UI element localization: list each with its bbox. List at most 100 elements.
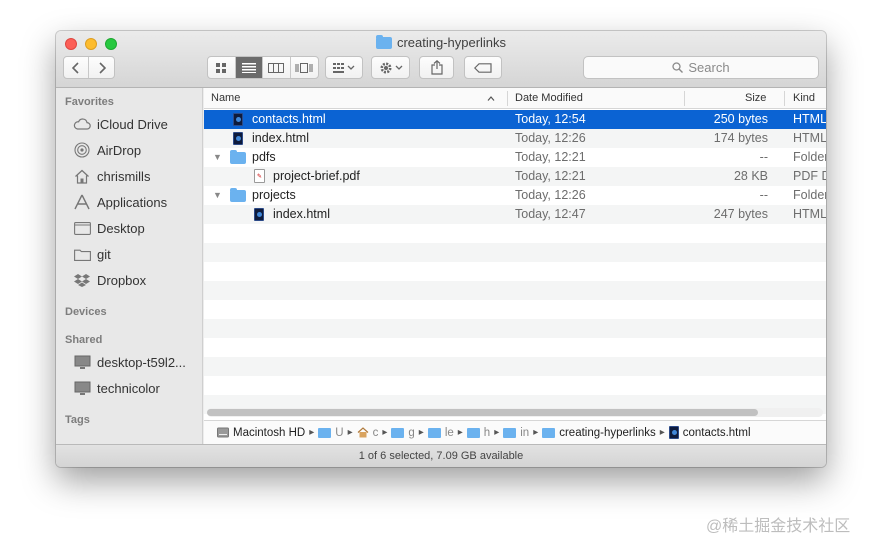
table-row[interactable]: index.html Today, 12:26 174 bytes HTML — [204, 129, 826, 148]
row-kind: PDF D — [793, 169, 826, 183]
path-item-label: c — [372, 426, 379, 439]
favorites-heading: Favorites — [65, 96, 114, 108]
horizontal-scrollbar[interactable] — [207, 408, 823, 417]
path-item-label: U — [335, 426, 344, 439]
path-item-label: creating-hyperlinks — [559, 426, 656, 439]
cover-flow-icon — [295, 62, 313, 73]
dropbox-icon — [73, 272, 91, 288]
path-separator-icon: ▸ — [494, 427, 500, 438]
applications-icon — [73, 194, 91, 210]
sidebar-item-technicolor[interactable]: technicolor — [73, 378, 160, 398]
empty-row — [204, 262, 826, 281]
path-item-users[interactable]: U — [318, 426, 344, 439]
path-item-in[interactable]: in — [503, 427, 529, 439]
row-kind: HTML — [793, 112, 826, 126]
sidebar-item-airdrop[interactable]: AirDrop — [73, 140, 141, 160]
path-item-contacts-html[interactable]: contacts.html — [668, 426, 751, 439]
html-file-icon — [254, 208, 264, 221]
table-row[interactable]: ✎ project-brief.pdf Today, 12:21 28 KB P… — [204, 167, 826, 186]
disclosure-triangle-icon[interactable]: ▼ — [213, 190, 222, 200]
search-input[interactable]: Search — [583, 56, 819, 79]
back-button[interactable] — [64, 57, 90, 78]
back-forward-control — [63, 56, 115, 79]
sidebar-item-applications[interactable]: Applications — [73, 192, 167, 212]
icon-view-button[interactable] — [208, 57, 236, 78]
table-row[interactable]: ▼ pdfs Today, 12:21 -- Folder — [204, 148, 826, 167]
sidebar-item-git[interactable]: git — [73, 244, 111, 264]
row-date: Today, 12:26 — [515, 131, 586, 145]
arrange-grid-icon — [333, 62, 355, 73]
path-item-h[interactable]: h — [466, 426, 491, 439]
sidebar-item-label: technicolor — [97, 380, 160, 396]
column-separator[interactable] — [684, 91, 685, 106]
grid-icon — [216, 62, 227, 73]
scrollbar-thumb[interactable] — [207, 409, 758, 416]
row-kind: Folder — [793, 150, 826, 164]
row-size: 28 KB — [733, 169, 768, 183]
column-kind-header[interactable]: Kind — [793, 92, 815, 104]
status-text: 1 of 6 selected, 7.09 GB available — [358, 450, 524, 462]
share-icon — [430, 60, 443, 75]
window-title-text: creating-hyperlinks — [396, 35, 507, 50]
sidebar-item-label: iCloud Drive — [97, 116, 168, 132]
share-button[interactable] — [419, 56, 454, 79]
chevron-left-icon — [72, 61, 79, 74]
gear-icon — [380, 62, 402, 73]
sort-ascending-icon — [487, 96, 495, 101]
column-header: Name Date Modified Size Kind — [204, 88, 826, 109]
arrange-button[interactable] — [325, 56, 363, 79]
path-item-label: contacts.html — [682, 426, 751, 439]
column-size-header[interactable]: Size — [745, 92, 766, 104]
list-view-button[interactable] — [235, 57, 263, 78]
row-date: Today, 12:21 — [515, 169, 586, 183]
empty-row — [204, 376, 826, 395]
sidebar: Favorites iCloud Drive AirDrop chrismill… — [56, 88, 203, 444]
sidebar-item-label: desktop-t59l2... — [97, 354, 186, 370]
pdf-file-icon: ✎ — [254, 169, 265, 183]
airdrop-icon — [73, 142, 91, 158]
column-name-header[interactable]: Name — [211, 92, 240, 104]
tag-button[interactable] — [464, 56, 502, 79]
path-item-macintosh-hd[interactable]: Macintosh HD — [217, 427, 305, 439]
action-button[interactable] — [371, 56, 410, 79]
sidebar-item-label: Desktop — [97, 220, 145, 236]
cloud-icon — [73, 116, 91, 132]
path-item-creating-hyperlinks[interactable]: creating-hyperlinks — [542, 427, 656, 439]
sidebar-item-desktop-t59l2[interactable]: desktop-t59l2... — [73, 352, 186, 372]
path-item-g[interactable]: g — [391, 427, 415, 439]
folder-icon — [230, 188, 246, 202]
row-kind: HTML — [793, 131, 826, 145]
sidebar-item-icloud-drive[interactable]: iCloud Drive — [73, 114, 168, 134]
path-item-label: Macintosh HD — [233, 426, 306, 439]
column-date-header[interactable]: Date Modified — [515, 92, 583, 104]
row-date: Today, 12:54 — [515, 112, 586, 126]
sidebar-item-dropbox[interactable]: Dropbox — [73, 270, 146, 290]
home-icon — [357, 427, 368, 438]
tag-icon — [474, 62, 492, 73]
row-size: 250 bytes — [713, 112, 768, 126]
path-item-le[interactable]: le — [427, 427, 454, 439]
column-separator[interactable] — [507, 91, 508, 106]
computer-icon — [73, 380, 91, 396]
forward-button[interactable] — [89, 57, 114, 78]
table-row[interactable]: contacts.html Today, 12:54 250 bytes HTM… — [204, 110, 826, 129]
folder-icon — [230, 150, 246, 164]
sidebar-item-chrismills[interactable]: chrismills — [73, 166, 150, 186]
table-row[interactable]: ▼ projects Today, 12:26 -- Folder — [204, 186, 826, 205]
row-name: index.html — [252, 131, 309, 145]
column-separator[interactable] — [784, 91, 785, 106]
tags-heading: Tags — [65, 414, 90, 426]
disclosure-triangle-icon[interactable]: ▼ — [213, 152, 222, 162]
empty-row — [204, 243, 826, 262]
sidebar-item-desktop[interactable]: Desktop — [73, 218, 145, 238]
table-row[interactable]: index.html Today, 12:47 247 bytes HTML — [204, 205, 826, 224]
folder-icon — [318, 427, 332, 438]
row-name: contacts.html — [252, 112, 326, 126]
sidebar-item-label: AirDrop — [97, 142, 142, 158]
path-item-home[interactable]: c — [357, 426, 379, 439]
cover-flow-button[interactable] — [291, 57, 318, 78]
path-item-label: h — [483, 426, 491, 439]
column-view-button[interactable] — [263, 57, 291, 78]
folder-icon — [503, 427, 517, 438]
file-list: Name Date Modified Size Kind contacts.ht… — [204, 88, 826, 444]
